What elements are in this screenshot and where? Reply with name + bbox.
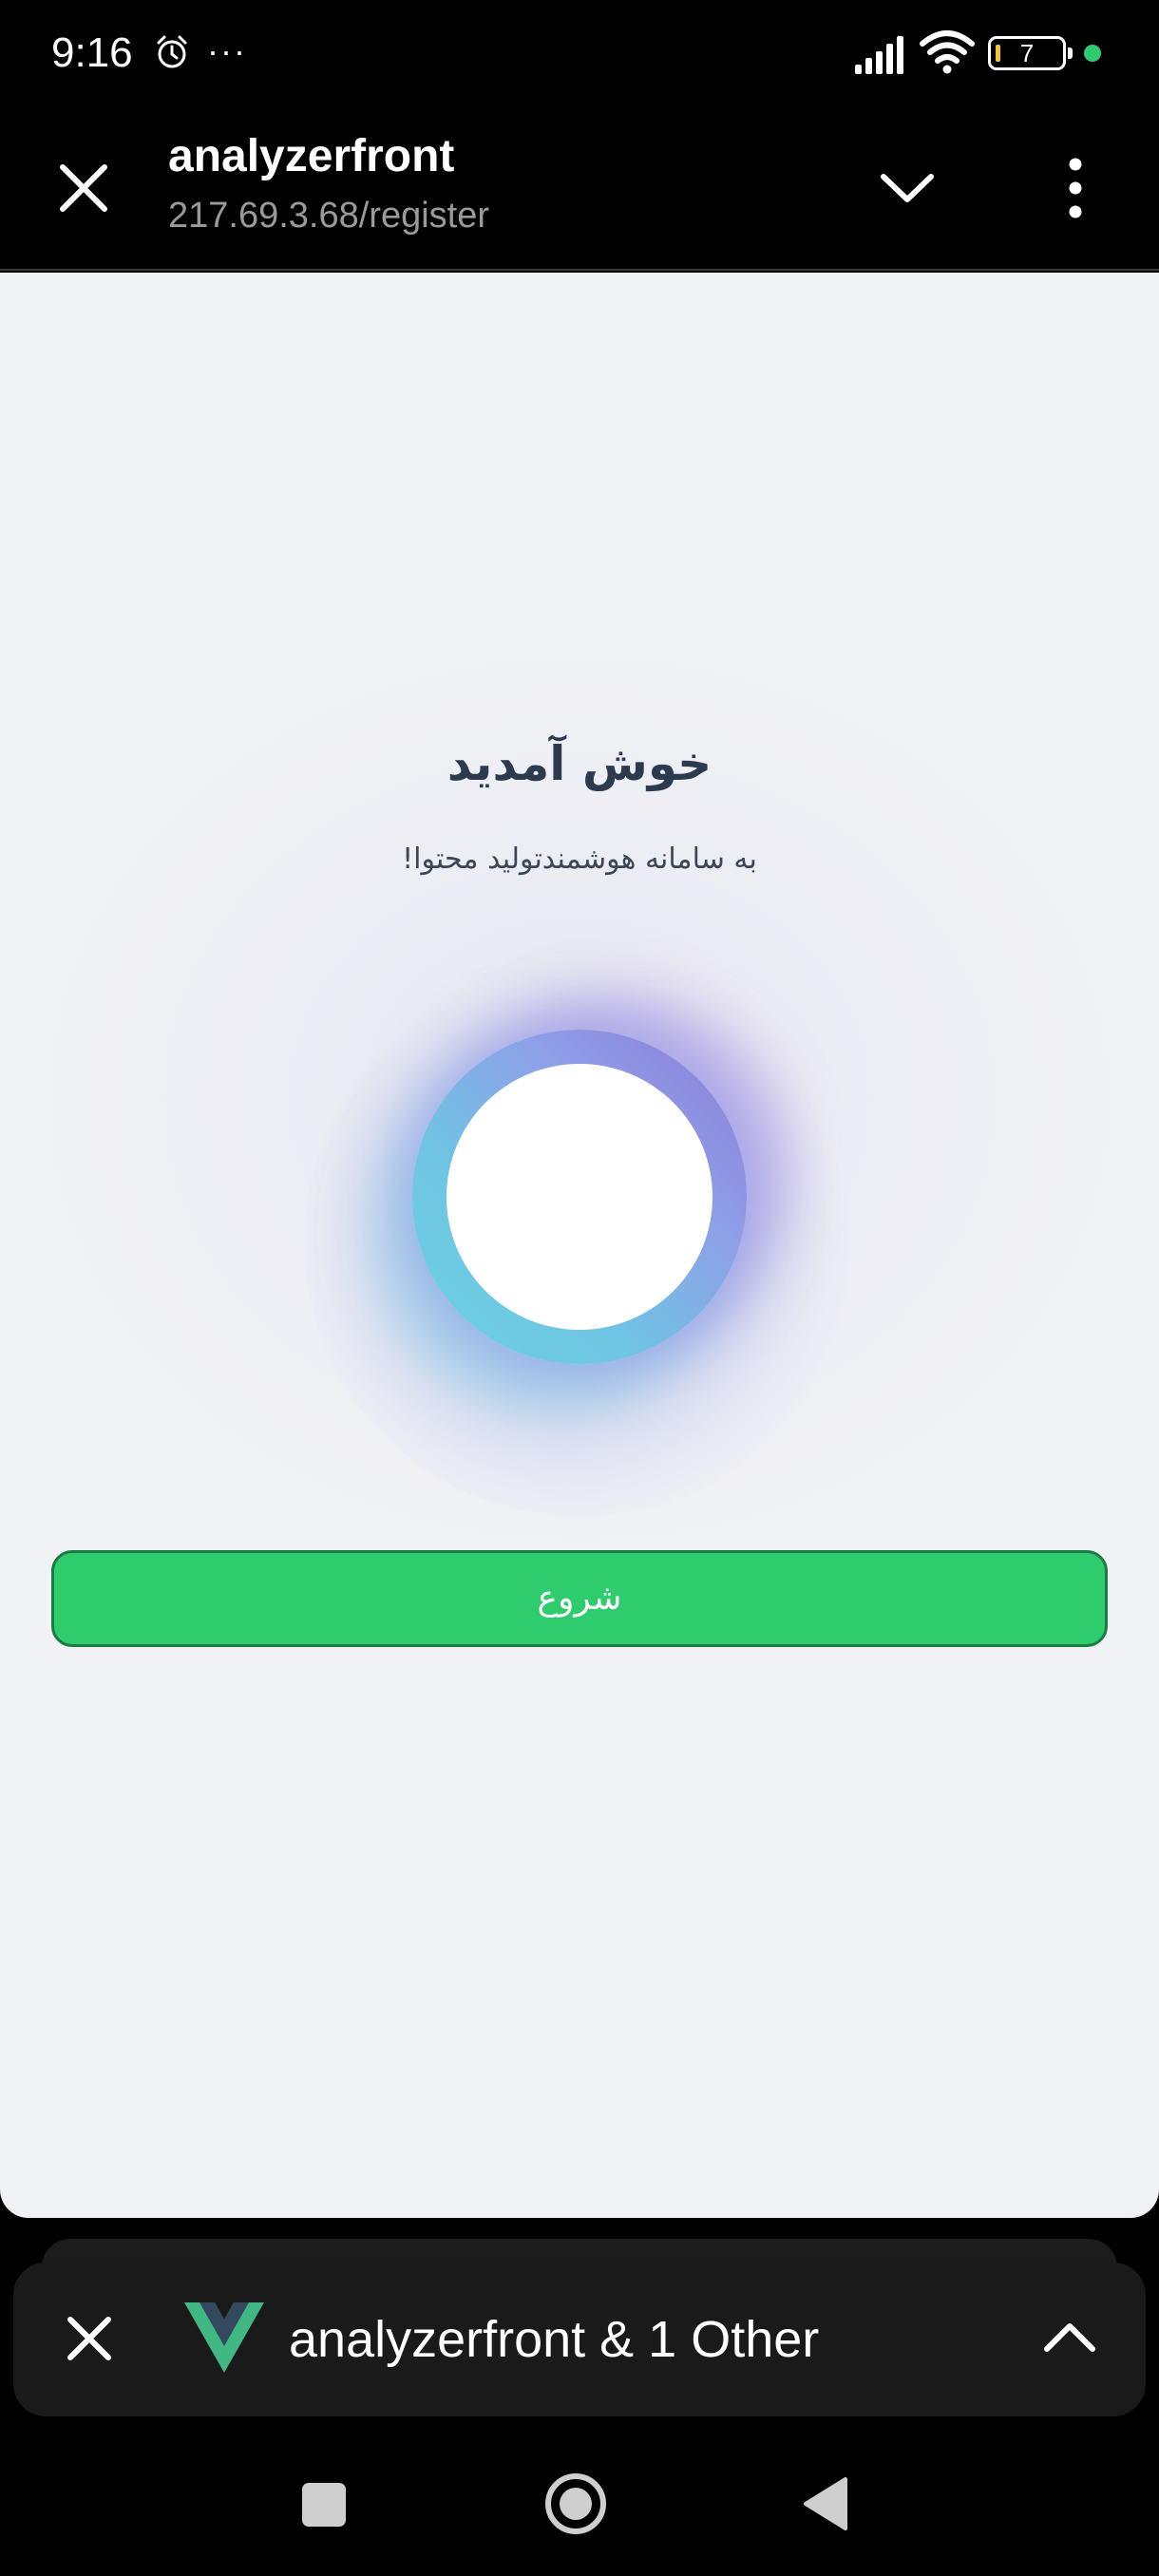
- vue-logo-icon: [184, 2302, 264, 2373]
- privacy-indicator-dot: [1084, 45, 1101, 62]
- wifi-icon: [920, 30, 975, 74]
- status-bar: 9:16 ··· 7: [0, 0, 1159, 109]
- tab-switcher-label[interactable]: analyzerfront & 1 Other: [289, 2306, 819, 2373]
- welcome-title: خوش آمدید: [446, 736, 712, 791]
- welcome-subtitle: به سامانه هوشمندتولید محتوا!: [402, 843, 757, 876]
- page-url[interactable]: 217.69.3.68/register: [168, 191, 489, 240]
- orb-center: [446, 1064, 712, 1330]
- back-triangle-icon[interactable]: [800, 2475, 849, 2532]
- chevron-up-icon[interactable]: [1041, 2318, 1098, 2356]
- browser-toolbar: analyzerfront 217.69.3.68/register: [0, 109, 1159, 271]
- notification-more-indicator: ···: [207, 31, 247, 70]
- tab-switcher-bar[interactable]: analyzerfront & 1 Other: [13, 2263, 1146, 2416]
- battery-icon: 7: [988, 36, 1073, 70]
- home-circle-icon[interactable]: [543, 2472, 608, 2536]
- page-title: analyzerfront: [168, 131, 455, 181]
- close-icon[interactable]: [61, 2310, 118, 2367]
- web-content: خوش آمدید به سامانه هوشمندتولید محتوا! ش…: [0, 273, 1159, 2218]
- more-vertical-icon[interactable]: [1054, 155, 1096, 221]
- battery-level: 7: [1019, 39, 1035, 67]
- system-nav-bar: [0, 2441, 1159, 2576]
- close-icon[interactable]: [53, 158, 114, 218]
- chevron-down-icon[interactable]: [876, 167, 939, 209]
- alarm-icon: [157, 35, 187, 68]
- start-button[interactable]: شروع: [51, 1550, 1108, 1647]
- signal-icon: [855, 36, 903, 74]
- status-time: 9:16: [51, 29, 133, 76]
- recents-square-icon[interactable]: [302, 2483, 346, 2527]
